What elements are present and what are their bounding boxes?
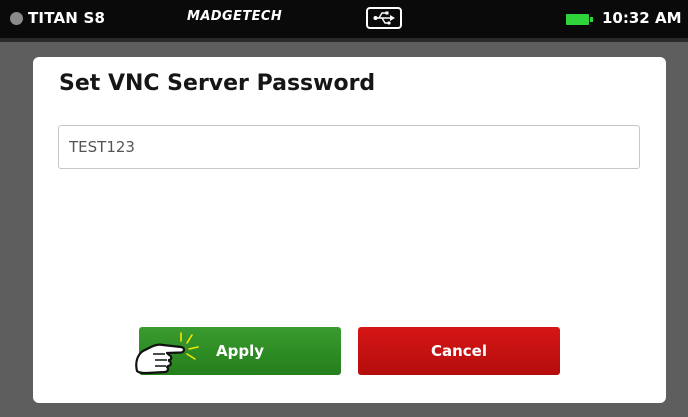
device-indicator: TITAN S8 [10, 8, 105, 28]
power-dot-icon [10, 11, 23, 25]
usb-icon [366, 7, 402, 29]
password-input[interactable] [58, 125, 640, 169]
status-bar: TITAN S8 MADGETECH 10:32 AM [0, 0, 688, 38]
cancel-label: Cancel [430, 342, 487, 360]
clock: 10:32 AM [602, 9, 682, 27]
cancel-button[interactable]: Cancel [358, 327, 560, 375]
password-dialog: Set VNC Server Password Apply Cancel [33, 57, 666, 403]
apply-label: Apply [215, 342, 264, 360]
dialog-title: Set VNC Server Password [59, 71, 376, 96]
battery-icon [566, 14, 593, 25]
device-name: TITAN S8 [28, 9, 106, 27]
brand-logo: MADGETECH [187, 9, 283, 24]
pointing-hand-icon [135, 332, 199, 375]
status-bar-divider [0, 38, 688, 42]
